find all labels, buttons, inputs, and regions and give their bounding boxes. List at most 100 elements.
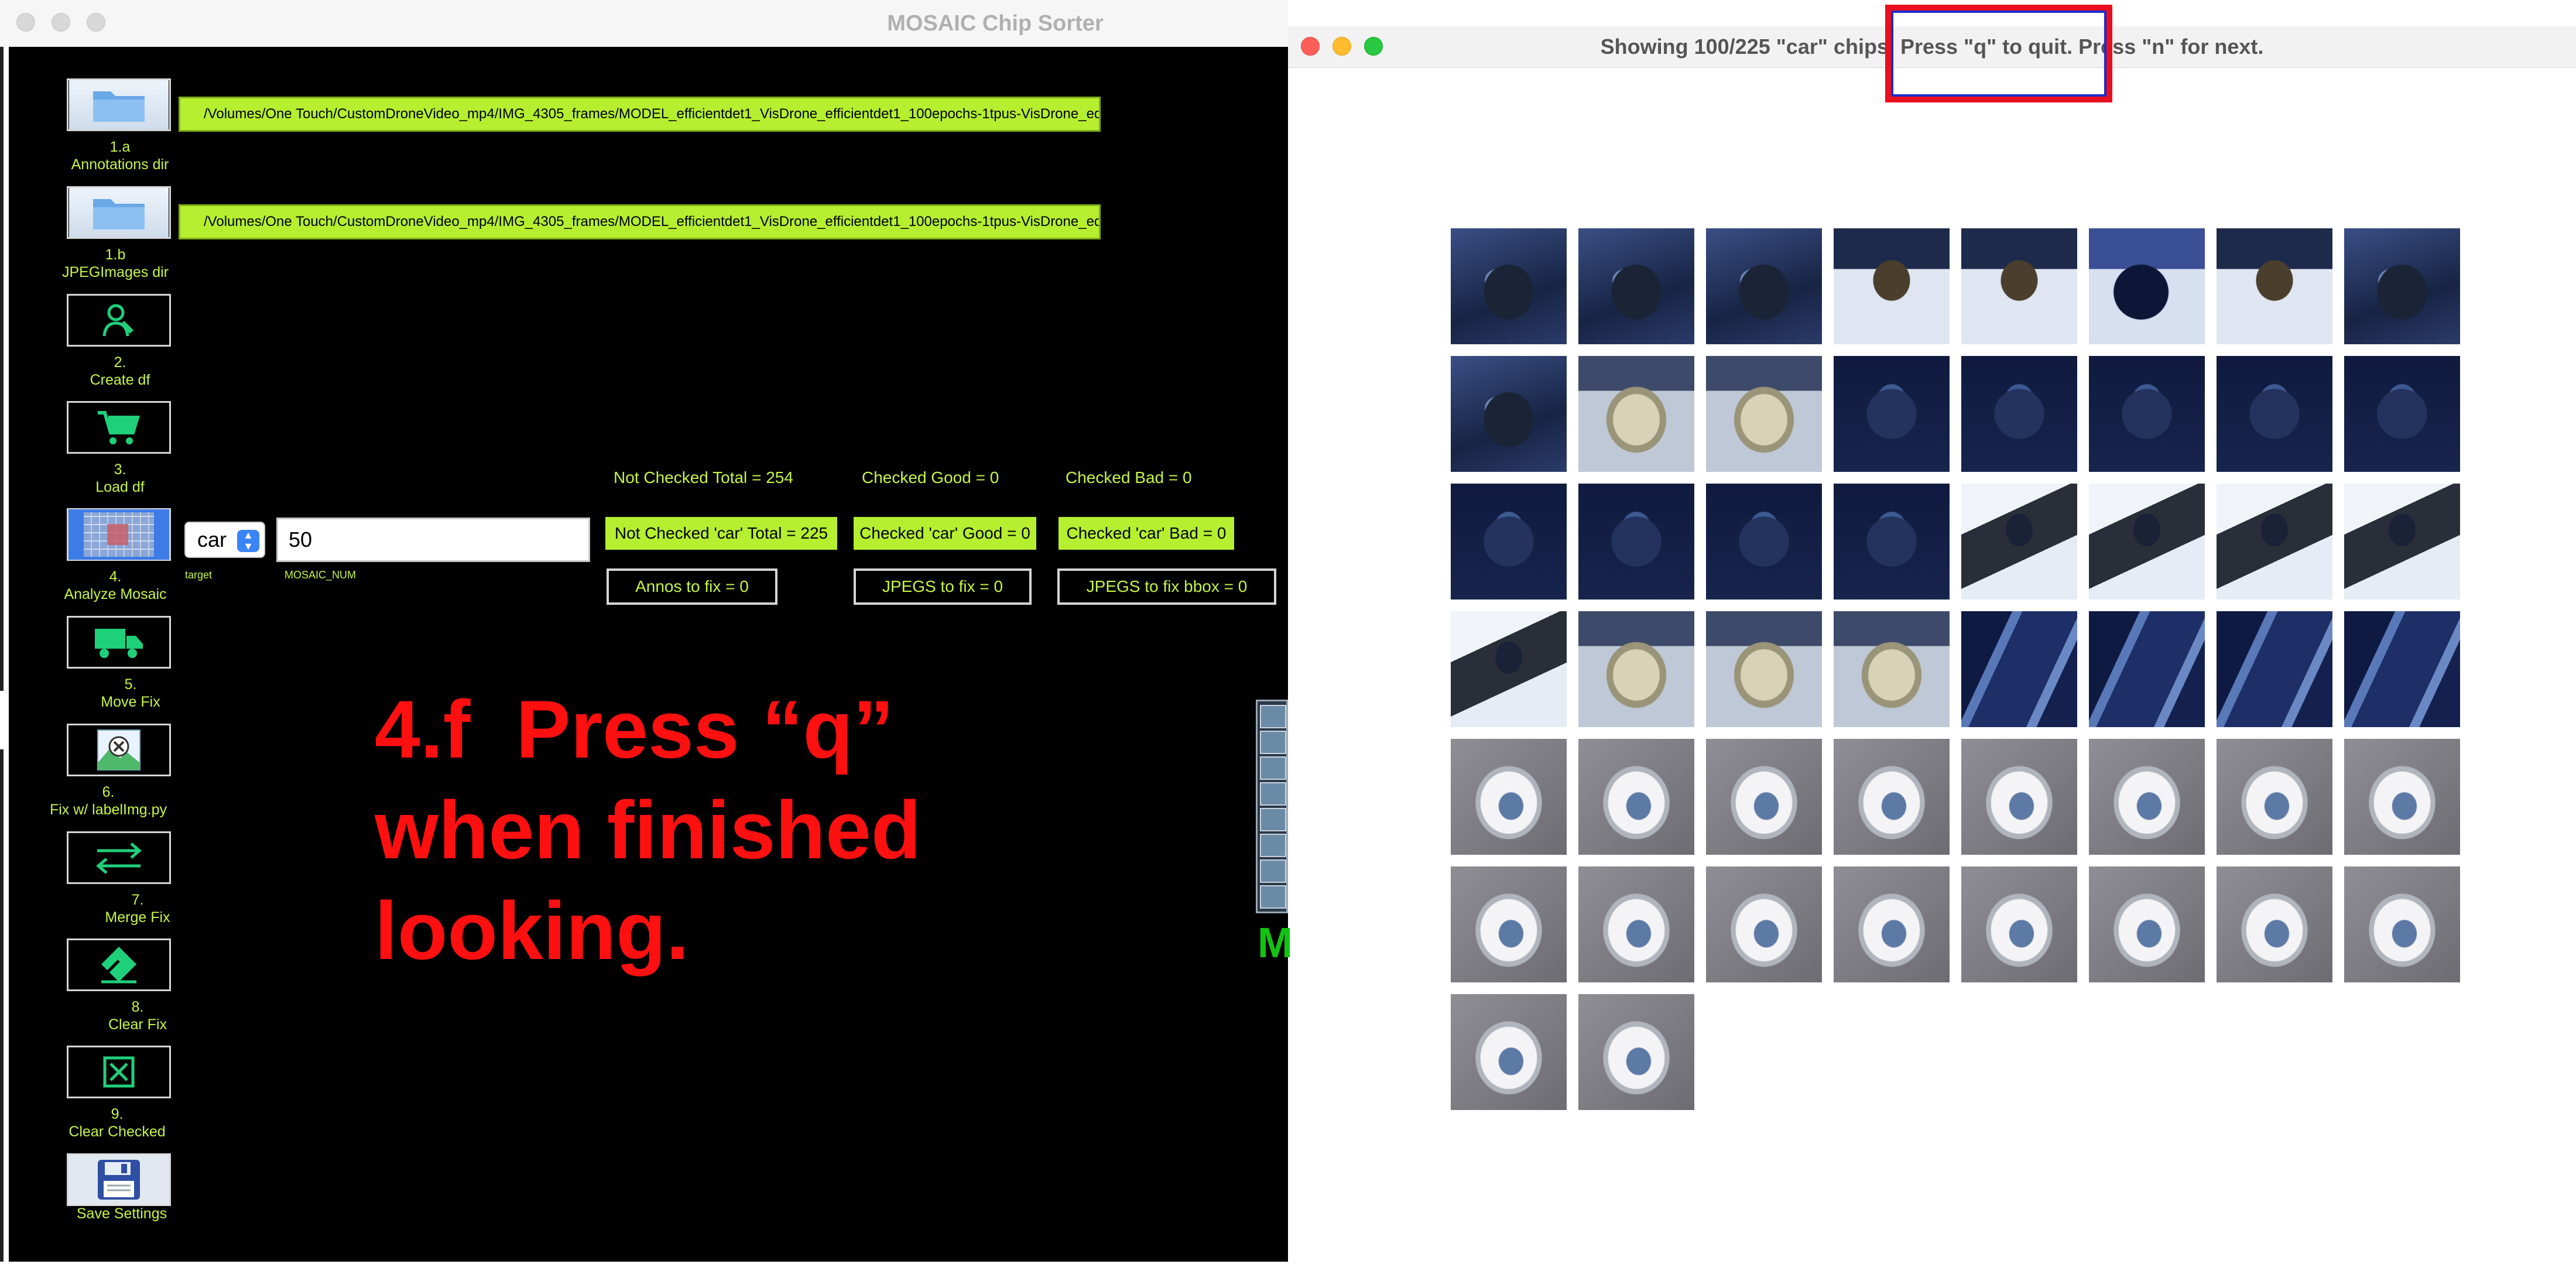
car-chip-thumbnail[interactable] [1961, 356, 2077, 472]
car-chip-thumbnail[interactable] [1706, 228, 1822, 344]
clear-fix-button[interactable] [67, 938, 171, 991]
car-chip-thumbnail[interactable] [1961, 611, 2077, 727]
car-chip-thumbnail[interactable] [1834, 484, 1950, 600]
car-chip-thumbnail[interactable] [2344, 739, 2460, 855]
fix-labelimg-label: 6. Fix w/ labelImg.py [49, 784, 167, 818]
select-chevron-icon: ▲ ▼ [237, 530, 259, 552]
car-chip-thumbnail[interactable] [2217, 866, 2332, 982]
car-chip-thumbnail[interactable] [1834, 611, 1950, 727]
car-chip-thumbnail[interactable] [2089, 611, 2205, 727]
jpegs-to-fix-button[interactable]: JPEGS to fix = 0 [854, 568, 1032, 605]
arrows-icon [93, 840, 145, 875]
folder-icon [69, 188, 169, 237]
car-chip-thumbnail[interactable] [1578, 866, 1694, 982]
car-chip-thumbnail[interactable] [1578, 739, 1694, 855]
left-window-titlebar: MOSAIC Chip Sorter [0, 0, 1288, 47]
analyze-mosaic-button[interactable] [67, 508, 171, 561]
car-chip-thumbnail[interactable] [1706, 484, 1822, 600]
annotations-dir-label: 1.a Annotations dir [71, 139, 169, 173]
car-chip-thumbnail[interactable] [1578, 994, 1694, 1110]
move-fix-label: 5. Move Fix [101, 676, 160, 710]
jpegimages-dir-label: 1.b JPEGImages dir [61, 246, 169, 280]
mosaic-icon [68, 509, 169, 560]
car-chip-thumbnail[interactable] [1706, 611, 1822, 727]
car-chip-thumbnail[interactable] [1451, 356, 1567, 472]
not-checked-total: Not Checked Total = 254 [614, 468, 793, 487]
car-chip-thumbnail[interactable] [1578, 611, 1694, 727]
checked-bad: Checked Bad = 0 [1066, 468, 1192, 487]
car-chip-thumbnail[interactable] [1961, 866, 2077, 982]
car-chip-thumbnail[interactable] [1451, 994, 1567, 1110]
car-chip-thumbnail[interactable] [1961, 484, 2077, 600]
car-chip-thumbnail[interactable] [2344, 228, 2460, 344]
car-chip-thumbnail[interactable] [1706, 739, 1822, 855]
car-chip-thumbnail[interactable] [1578, 228, 1694, 344]
car-chip-thumbnail[interactable] [1451, 611, 1567, 727]
car-chip-thumbnail[interactable] [1961, 228, 2077, 344]
car-chip-thumbnail[interactable] [2089, 866, 2205, 982]
cart-icon [95, 408, 142, 447]
chip-mosaic-grid [1451, 228, 2464, 1110]
left-edge-strip [0, 47, 9, 1262]
jpegimages-dir-field[interactable]: /Volumes/One Touch/CustomDroneVideo_mp4/… [179, 204, 1101, 239]
car-chip-thumbnail[interactable] [1451, 739, 1567, 855]
checked-car-good: Checked 'car' Good = 0 [854, 517, 1036, 550]
instruction-text: 4.f Press “q” when finished looking. [375, 683, 922, 977]
car-chip-thumbnail[interactable] [2217, 611, 2332, 727]
car-chip-thumbnail[interactable] [1706, 356, 1822, 472]
target-label: target [185, 569, 213, 581]
car-chip-thumbnail[interactable] [2344, 356, 2460, 472]
image-edit-icon [95, 728, 142, 772]
target-select[interactable]: car ▲ ▼ [184, 522, 265, 558]
jpegimages-dir-button[interactable] [67, 186, 171, 239]
car-chip-thumbnail[interactable] [2217, 484, 2332, 600]
save-settings-label: Save Settings [76, 1205, 167, 1222]
car-chip-thumbnail[interactable] [1578, 356, 1694, 472]
merge-fix-button[interactable] [67, 831, 171, 884]
annotations-dir-field[interactable]: /Volumes/One Touch/CustomDroneVideo_mp4/… [179, 97, 1101, 132]
merge-fix-label: 7. Merge Fix [105, 892, 170, 926]
car-chip-thumbnail[interactable] [2089, 484, 2205, 600]
folder-icon [69, 80, 169, 129]
car-chip-thumbnail[interactable] [2217, 356, 2332, 472]
load-df-label: 3. Load df [95, 461, 145, 495]
not-checked-car-total: Not Checked 'car' Total = 225 [605, 517, 837, 550]
eraser-icon [95, 944, 142, 985]
mosaic-num-input[interactable]: 50 [276, 518, 590, 562]
car-chip-thumbnail[interactable] [1834, 866, 1950, 982]
checked-car-bad: Checked 'car' Bad = 0 [1059, 517, 1234, 550]
fix-labelimg-button[interactable] [67, 724, 171, 776]
car-chip-thumbnail[interactable] [2217, 739, 2332, 855]
jpegs-to-fix-bbox-button[interactable]: JPEGS to fix bbox = 0 [1057, 568, 1276, 605]
car-chip-thumbnail[interactable] [1834, 356, 1950, 472]
clear-checked-button[interactable] [67, 1046, 171, 1098]
clear-fix-label: 8. Clear Fix [108, 999, 167, 1033]
annotations-dir-button[interactable] [67, 78, 171, 131]
car-chip-thumbnail[interactable] [2089, 228, 2205, 344]
car-chip-thumbnail[interactable] [1706, 866, 1822, 982]
checked-good: Checked Good = 0 [862, 468, 999, 487]
car-chip-thumbnail[interactable] [2344, 866, 2460, 982]
background-window-strip [1256, 700, 1288, 913]
car-chip-thumbnail[interactable] [2217, 228, 2332, 344]
save-settings-button[interactable] [67, 1153, 171, 1206]
x-box-icon [101, 1054, 136, 1090]
floppy-icon [68, 1155, 169, 1205]
create-df-icon [98, 300, 139, 341]
analyze-mosaic-label: 4. Analyze Mosaic [64, 568, 167, 602]
load-df-button[interactable] [67, 401, 171, 454]
move-fix-button[interactable] [67, 616, 171, 669]
car-chip-thumbnail[interactable] [1961, 739, 2077, 855]
car-chip-thumbnail[interactable] [2089, 739, 2205, 855]
car-chip-thumbnail[interactable] [2344, 484, 2460, 600]
car-chip-thumbnail[interactable] [1451, 866, 1567, 982]
car-chip-thumbnail[interactable] [1834, 739, 1950, 855]
car-chip-thumbnail[interactable] [1451, 228, 1567, 344]
car-chip-thumbnail[interactable] [1578, 484, 1694, 600]
car-chip-thumbnail[interactable] [1834, 228, 1950, 344]
car-chip-thumbnail[interactable] [2344, 611, 2460, 727]
car-chip-thumbnail[interactable] [1451, 484, 1567, 600]
car-chip-thumbnail[interactable] [2089, 356, 2205, 472]
annos-to-fix-button[interactable]: Annos to fix = 0 [607, 568, 777, 605]
create-df-button[interactable] [67, 294, 171, 347]
